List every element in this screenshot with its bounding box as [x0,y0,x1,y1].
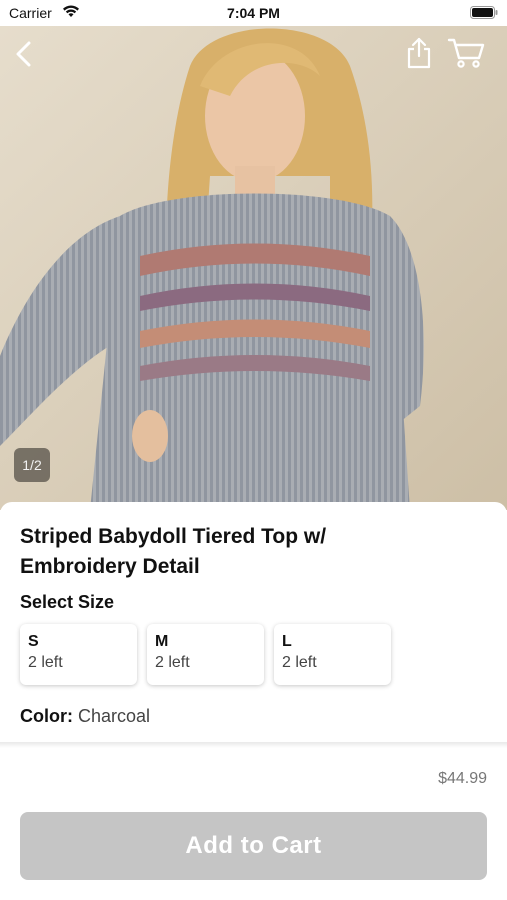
share-icon[interactable] [404,36,434,70]
product-details: Striped Babydoll Tiered Top w/ Embroider… [0,502,507,900]
back-button[interactable] [10,38,38,70]
status-bar: Carrier 7:04 PM [0,0,507,26]
size-option-s[interactable]: S 2 left [20,624,137,685]
image-counter-badge: 1/2 [14,448,50,482]
product-image[interactable]: 1/2 [0,26,507,510]
color-row: Color: Charcoal [20,706,150,727]
price-label: $44.99 [438,770,487,787]
select-size-label: Select Size [20,592,115,612]
size-stock: 2 left [282,654,317,671]
status-time: 7:04 PM [227,5,280,21]
product-photo [0,26,507,510]
color-label: Color: [20,706,73,726]
product-title: Striped Babydoll Tiered Top w/ Embroider… [20,525,327,578]
size-option-l[interactable]: L 2 left [274,624,391,685]
cart-icon[interactable] [447,36,485,70]
size-name: S [28,633,39,650]
size-options: S 2 left M 2 left L 2 left [20,624,391,685]
size-name: M [155,633,169,650]
size-stock: 2 left [28,654,63,671]
size-name: L [282,633,292,650]
size-option-m[interactable]: M 2 left [147,624,264,685]
size-stock: 2 left [155,654,190,671]
color-value: Charcoal [78,706,151,726]
divider [0,742,507,748]
battery-icon [470,6,498,19]
add-to-cart-button[interactable]: Add to Cart [20,812,487,880]
